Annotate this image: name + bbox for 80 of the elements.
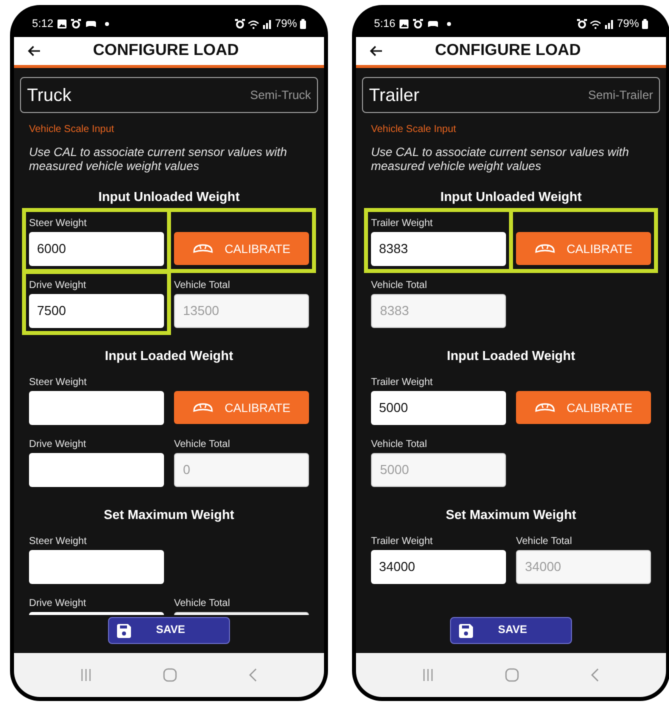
section-heading: Input Unloaded Weight xyxy=(97,188,241,206)
vehicle-name: Trailer xyxy=(369,84,420,106)
alarm-icon xyxy=(234,19,245,29)
gauge-icon xyxy=(534,402,555,412)
gamepad-icon xyxy=(85,20,98,28)
battery-percentage: 79% xyxy=(616,16,639,32)
back-icon[interactable] xyxy=(248,668,258,682)
description-text: Use CAL to associate current sensor values with measured vehicle weight values xyxy=(371,145,630,173)
screen-title: CONFIGURE LOAD xyxy=(93,41,239,61)
section-heading: Set Maximum Weight xyxy=(444,506,578,524)
signal-icon xyxy=(262,19,272,29)
dot-icon xyxy=(446,21,452,27)
alarm-icon xyxy=(413,19,424,29)
input-field: 13500 xyxy=(174,294,309,328)
section-heading: Input Loaded Weight xyxy=(446,347,576,365)
field-label: Vehicle Total xyxy=(371,439,428,451)
section-heading: Set Maximum Weight xyxy=(102,506,236,524)
image-icon xyxy=(57,19,68,29)
field-label: Vehicle Total xyxy=(516,536,573,548)
input-field[interactable]: 7500 xyxy=(29,294,164,328)
battery-icon xyxy=(300,19,306,29)
field-label: Drive Weight xyxy=(29,598,88,610)
section-heading: Input Unloaded Weight xyxy=(439,188,583,206)
home-icon[interactable] xyxy=(162,668,177,682)
gauge-icon xyxy=(192,244,213,254)
input-field: 34000 xyxy=(516,550,651,584)
input-field: 5000 xyxy=(371,453,506,487)
input-field[interactable] xyxy=(29,391,164,425)
back-arrow-icon[interactable] xyxy=(369,45,383,57)
input-field[interactable]: 5000 xyxy=(371,391,506,425)
field-label: Trailer Weight xyxy=(371,218,434,230)
gauge-icon xyxy=(534,244,555,254)
save-button[interactable]: SAVE xyxy=(450,617,572,644)
vehicle-type: Semi-Truck xyxy=(250,87,311,104)
recent-apps-icon[interactable] xyxy=(422,668,434,682)
field-label: Trailer Weight xyxy=(371,536,434,548)
wifi-icon xyxy=(248,20,259,28)
input-field[interactable] xyxy=(29,550,164,584)
field-label: Steer Weight xyxy=(29,536,88,548)
gamepad-icon xyxy=(427,20,440,28)
field-label: Steer Weight xyxy=(29,377,88,389)
section-heading: Input Loaded Weight xyxy=(104,347,234,365)
gauge-icon xyxy=(192,402,213,412)
screen-title: CONFIGURE LOAD xyxy=(435,41,581,61)
vehicle-selector[interactable]: Trailer Semi-Trailer xyxy=(362,77,660,113)
signal-icon xyxy=(604,19,614,29)
field-label: Vehicle Total xyxy=(174,598,231,610)
battery-icon xyxy=(642,19,648,29)
input-field[interactable]: 34000 xyxy=(371,550,506,584)
recent-apps-icon[interactable] xyxy=(80,668,92,682)
status-time: 5:12 xyxy=(32,16,54,32)
input-field: 0 xyxy=(174,453,309,487)
vehicle-type: Semi-Trailer xyxy=(588,87,653,104)
section-label: Vehicle Scale Input xyxy=(29,123,116,137)
alarm-icon xyxy=(576,19,587,29)
field-label: Vehicle Total xyxy=(174,280,231,292)
home-icon[interactable] xyxy=(504,668,519,682)
input-field[interactable]: 8383 xyxy=(371,232,506,266)
field-label: Drive Weight xyxy=(29,439,88,451)
vehicle-selector[interactable]: Truck Semi-Truck xyxy=(20,77,318,113)
image-icon xyxy=(399,19,410,29)
alarm-icon xyxy=(71,19,82,29)
description-text: Use CAL to associate current sensor values with measured vehicle weight values xyxy=(29,145,288,173)
field-label: Trailer Weight xyxy=(371,377,434,389)
input-field: 8383 xyxy=(371,294,506,328)
wifi-icon xyxy=(590,20,601,28)
field-label: Drive Weight xyxy=(29,280,88,292)
save-button[interactable]: SAVE xyxy=(108,617,230,644)
input-field[interactable]: 6000 xyxy=(29,232,164,266)
status-time: 5:16 xyxy=(374,16,396,32)
field-label: Vehicle Total xyxy=(174,439,231,451)
dot-icon xyxy=(104,21,110,27)
field-label: Steer Weight xyxy=(29,218,88,230)
field-label: Vehicle Total xyxy=(371,280,428,292)
vehicle-name: Truck xyxy=(27,84,72,106)
battery-percentage: 79% xyxy=(274,16,297,32)
section-label: Vehicle Scale Input xyxy=(371,123,458,137)
back-icon[interactable] xyxy=(590,668,600,682)
input-field[interactable] xyxy=(29,453,164,487)
back-arrow-icon[interactable] xyxy=(27,45,41,57)
